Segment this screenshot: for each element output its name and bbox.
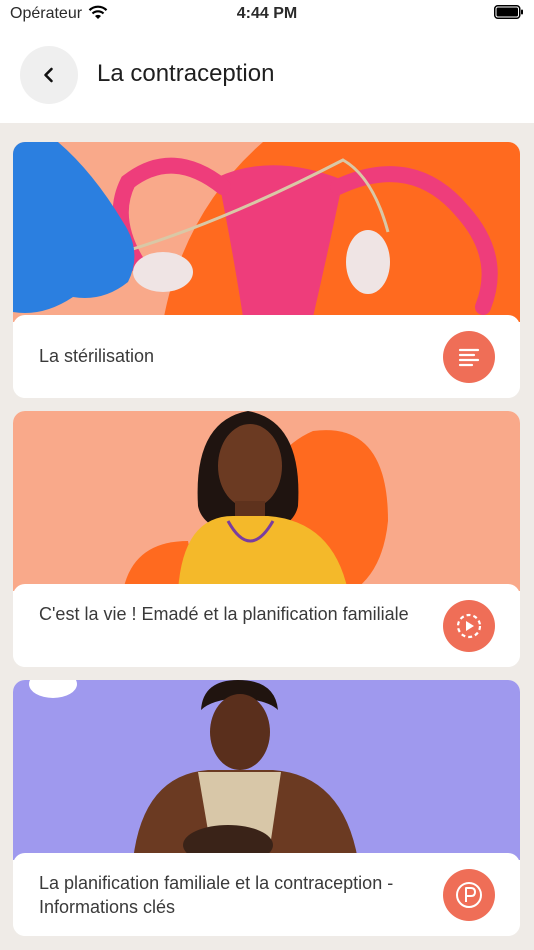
card-image-woman-breastfeeding	[13, 680, 520, 860]
page-title: La contraception	[97, 60, 275, 87]
card-title: La planification familiale et la contrac…	[39, 873, 394, 917]
content-card-cest-la-vie[interactable]: C'est la vie ! Emadé et la planification…	[13, 411, 520, 667]
content-card-sterilisation[interactable]: La stérilisation	[13, 142, 520, 398]
battery-icon	[494, 5, 523, 19]
play-circle-icon	[456, 613, 482, 639]
header: La contraception	[0, 30, 534, 123]
clock: 4:44 PM	[236, 5, 298, 22]
card-image-woman-smiling	[13, 411, 520, 591]
text-lines-icon	[458, 348, 480, 367]
content-card-planification[interactable]: La planification familiale et la contrac…	[13, 680, 520, 936]
back-button[interactable]	[20, 46, 78, 104]
card-image-uterus-model	[13, 142, 520, 322]
card-footer: La planification familiale et la contrac…	[13, 853, 520, 936]
card-footer: C'est la vie ! Emadé et la planification…	[13, 584, 520, 667]
card-title: La stérilisation	[39, 346, 155, 366]
article-icon[interactable]	[443, 331, 495, 383]
card-footer: La stérilisation	[13, 315, 520, 398]
card-title: C'est la vie ! Emadé et la planification…	[39, 604, 409, 624]
play-icon[interactable]	[443, 600, 495, 652]
chevron-left-icon	[44, 67, 53, 83]
podcast-badge-icon	[456, 882, 482, 908]
podcast-icon[interactable]	[443, 869, 495, 921]
status-bar: Opérateur 4:44 PM	[0, 0, 534, 30]
